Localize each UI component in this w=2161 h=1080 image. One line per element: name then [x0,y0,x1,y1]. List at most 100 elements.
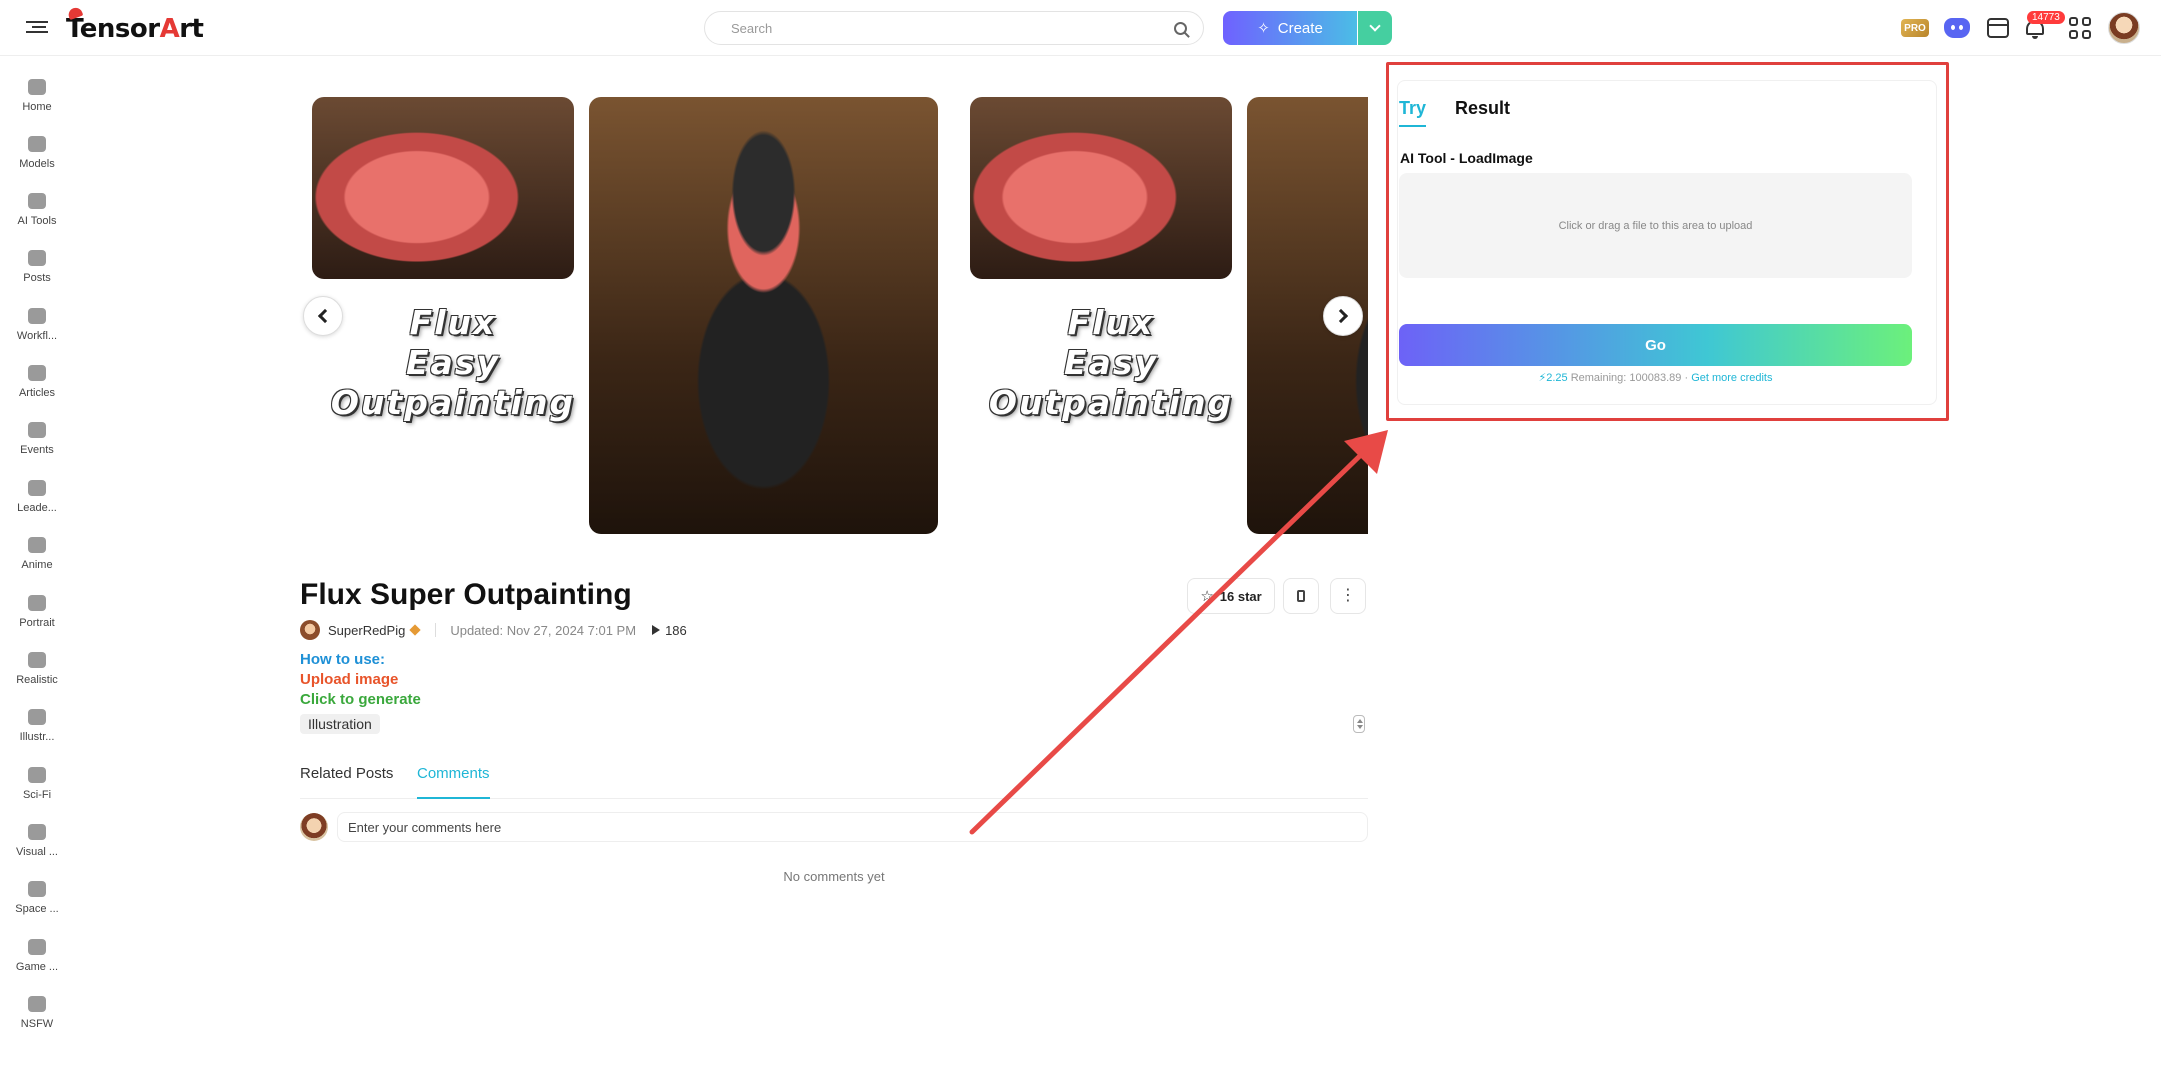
logo-suffix: rt [179,14,204,44]
howto-step-generate: Click to generate [300,691,421,708]
logo[interactable]: TensorArt [66,5,204,44]
ai-tools-icon [28,193,46,209]
play-icon [652,625,661,635]
remaining-credits: Remaining: 100083.89 [1570,372,1682,384]
illustration-icon [28,709,46,725]
go-label: Go [1645,336,1666,354]
author-avatar[interactable] [300,620,320,640]
sidebar-item-models[interactable]: Models [0,132,74,182]
user-avatar[interactable] [2108,12,2140,44]
sidebar-item-visual[interactable]: Visual ... [0,820,74,870]
sidebar-item-ai-tools[interactable]: AI Tools [0,189,74,239]
sidebar-item-label: Workfl... [16,330,58,342]
sidebar-item-events[interactable]: Events [0,418,74,468]
carousel-overlay-text: Flux Easy Outpainting [328,303,578,423]
author-name[interactable]: SuperRedPig [328,623,405,638]
sidebar-item-label: Articles [18,387,56,399]
expand-collapse-icon[interactable] [1353,715,1365,733]
top-bar: TensorArt ✧ Create PRO 14773 [0,0,2161,56]
portrait-icon [28,595,46,611]
carousel-prev-button[interactable] [303,296,343,336]
page-title: Flux Super Outpainting [300,578,632,611]
ufo-icon [28,767,46,783]
search-icon[interactable] [1174,22,1187,35]
image-carousel[interactable]: Flux Easy Outpainting Flux Easy Outpaint… [300,97,1368,534]
run-count: 186 [665,622,687,638]
current-user-avatar [300,813,328,841]
mobile-button[interactable] [1283,578,1319,614]
upload-dropzone[interactable]: Click or drag a file to this area to upl… [1399,173,1912,278]
sidebar-item-leaderboard[interactable]: Leade... [0,476,74,526]
sidebar-item-space[interactable]: Space ... [0,877,74,927]
flag-icon [28,422,46,438]
discord-icon[interactable] [1944,18,1970,38]
anime-icon [28,537,46,553]
create-button[interactable]: ✧ Create [1223,11,1357,45]
calendar-icon[interactable] [1987,18,2009,38]
sidebar-item-anime[interactable]: Anime [0,533,74,583]
gamepad-icon [28,939,46,955]
howto-title: How to use: [300,651,385,668]
sidebar-item-label: Posts [23,272,51,284]
sidebar-item-articles[interactable]: Articles [0,361,74,411]
overlay-line: Flux [1067,303,1155,342]
carousel-image-main[interactable] [589,97,938,534]
sidebar-item-nsfw[interactable]: NSFW [0,992,74,1042]
overlay-line: Outpainting [330,383,576,422]
models-icon [28,136,46,152]
chevron-down-icon [1369,20,1381,32]
tag-chip[interactable]: Illustration [300,714,380,734]
sidebar-item-label: Models [19,158,55,170]
star-label: 16 star [1219,588,1262,604]
sidebar-item-sci-fi[interactable]: Sci-Fi [0,763,74,813]
sidebar-item-portrait[interactable]: Portrait [0,591,74,641]
carousel-next-button[interactable] [1323,296,1363,336]
sidebar-item-posts[interactable]: Posts [0,246,74,296]
go-button[interactable]: Go [1399,324,1912,366]
sidebar-item-realistic[interactable]: Realistic [0,648,74,698]
sidebar-item-label: Visual ... [16,846,58,858]
tab-related-posts[interactable]: Related Posts [300,765,393,799]
logo-prefix: Tensor [66,14,160,44]
tool-label: AI Tool - LoadImage [1400,150,1533,166]
carousel-image[interactable] [970,97,1232,279]
tab-comments[interactable]: Comments [417,765,490,799]
trophy-icon [28,480,46,496]
sidebar-item-label: Leade... [17,502,57,514]
star-button[interactable]: ☆ 16 star [1187,578,1275,614]
tab-result[interactable]: Result [1455,98,1510,125]
try-panel: Try Result AI Tool - LoadImage Click or … [1397,80,1937,405]
sidebar-item-home[interactable]: Home [0,75,74,125]
create-label: Create [1277,19,1323,37]
chevron-right-icon [1333,308,1349,324]
home-icon [28,79,46,95]
upload-text: Click or drag a file to this area to upl… [1558,219,1753,232]
sidebar-item-illustration[interactable]: Illustr... [0,705,74,755]
overlay-line: Easy [406,343,500,382]
search-bar[interactable] [704,11,1204,45]
sidebar-item-label: AI Tools [17,215,57,227]
menu-toggle-icon[interactable] [26,18,48,38]
camera-icon [28,652,46,668]
sidebar-item-label: Home [22,101,52,113]
pen-icon [409,624,421,636]
sidebar-item-label: Realistic [16,674,58,686]
apps-grid-icon[interactable] [2069,17,2091,39]
more-options-button[interactable]: ⋮ [1330,578,1366,614]
sidebar-item-label: Space ... [15,903,59,915]
sidebar-item-game[interactable]: Game ... [0,935,74,985]
divider [435,623,437,637]
tab-try[interactable]: Try [1399,98,1427,127]
magic-wand-icon: ✧ [1257,20,1270,37]
search-input[interactable] [731,20,1163,36]
carousel-overlay-text: Flux Easy Outpainting [986,303,1236,423]
comment-input[interactable] [337,812,1368,842]
get-more-credits-link[interactable]: Get more credits [1691,372,1772,384]
carousel-image[interactable] [312,97,574,279]
sidebar-item-workflows[interactable]: Workfl... [0,304,74,354]
create-dropdown-button[interactable] [1358,11,1392,45]
posts-icon [28,250,46,266]
sidebar-item-label: Illustr... [19,731,55,743]
pro-badge[interactable]: PRO [1901,19,1929,37]
phone-icon [1297,590,1305,602]
